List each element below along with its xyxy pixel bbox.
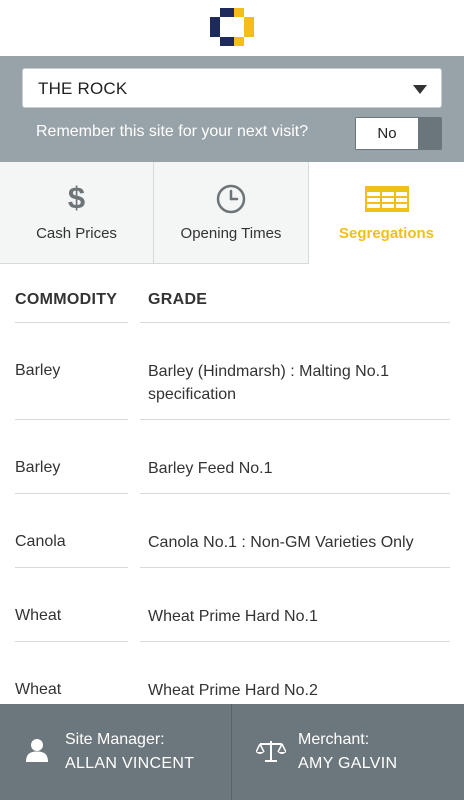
chevron-down-icon (413, 85, 427, 94)
grade-cell: Barley (Hindmarsh) : Malting No.1 specif… (148, 363, 389, 403)
site-select[interactable]: THE ROCK (22, 68, 442, 108)
logo-icon (210, 8, 254, 46)
tab-cash-prices[interactable]: $ Cash Prices (0, 162, 154, 264)
divider (140, 493, 450, 494)
site-panel: THE ROCK Remember this site for your nex… (0, 56, 464, 162)
segregations-table: COMMODITY GRADE Barley Barley (Hindmarsh… (0, 264, 464, 704)
divider (140, 322, 450, 323)
commodity-cell: Wheat (15, 607, 62, 624)
site-select-value: THE ROCK (38, 79, 128, 98)
toggle-value: No (377, 125, 397, 142)
merchant-contact[interactable]: Merchant: AMY GALVIN (232, 704, 464, 800)
tab-label: Segregations (338, 225, 435, 242)
column-header-grade: GRADE (148, 291, 208, 308)
divider (15, 567, 128, 568)
scales-icon (256, 741, 286, 762)
remember-site-label: Remember this site for your next visit? (36, 123, 309, 140)
grade-cell: Barley Feed No.1 (148, 460, 273, 477)
site-manager-name: ALLAN VINCENT (65, 755, 195, 772)
toggle-selected-segment: No (356, 118, 418, 149)
commodity-cell: Barley (15, 459, 61, 476)
divider (15, 419, 128, 420)
site-manager-label: Site Manager: (65, 731, 165, 748)
tab-label: Cash Prices (36, 225, 117, 242)
person-icon (26, 739, 48, 762)
divider (15, 641, 128, 642)
divider (140, 567, 450, 568)
commodity-cell: Wheat (15, 681, 62, 698)
table-icon (364, 186, 409, 212)
divider (15, 493, 128, 494)
dollar-icon: $ (67, 180, 86, 215)
grade-cell: Wheat Prime Hard No.1 (148, 608, 318, 625)
commodity-cell: Barley (15, 362, 61, 379)
column-header-commodity: COMMODITY (15, 291, 118, 308)
tab-label: Opening Times (180, 225, 282, 242)
grade-cell: Canola No.1 : Non-GM Varieties Only (148, 534, 414, 551)
grade-cell: Wheat Prime Hard No.2 (148, 682, 318, 699)
clock-icon (216, 184, 246, 214)
remember-site-toggle[interactable]: No (355, 117, 442, 150)
merchant-name: AMY GALVIN (298, 755, 398, 772)
merchant-label: Merchant: (298, 731, 370, 748)
divider (15, 322, 128, 323)
tab-opening-times[interactable]: Opening Times (154, 162, 309, 264)
divider (140, 641, 450, 642)
app-header (0, 0, 464, 56)
tab-segregations[interactable]: Segregations (309, 162, 464, 265)
tab-bar: $ Cash Prices Opening Times Segregations (0, 162, 464, 265)
commodity-cell: Canola (15, 533, 66, 550)
divider (140, 419, 450, 420)
site-manager-contact[interactable]: Site Manager: ALLAN VINCENT (0, 704, 231, 800)
contact-footer: Site Manager: ALLAN VINCENT Merchant: AM… (0, 704, 464, 800)
